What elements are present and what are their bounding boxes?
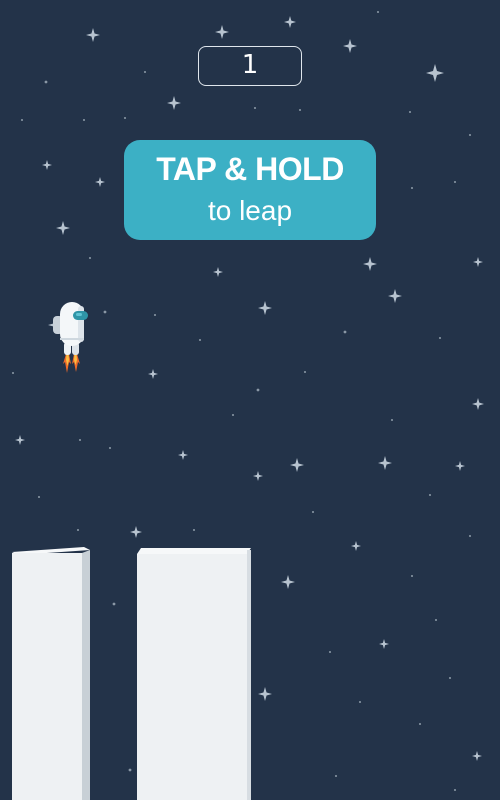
star-dot [468,534,472,538]
star-dot [434,618,438,622]
sparkle-star-icon [15,435,25,445]
sparkle-star-icon [167,96,181,110]
star-dot [410,186,414,190]
hint-subtitle: to leap [207,195,293,226]
sparkle-star-icon [343,39,357,53]
star-dot [311,510,315,514]
star-dot [103,310,107,314]
star-dot [328,650,332,654]
star-dot [253,106,257,110]
sparkle-star-icon [130,526,142,538]
score-counter: 1 [198,46,302,86]
star-dot [112,602,116,606]
sparkle-star-icon [379,639,389,649]
sparkle-star-icon [95,177,105,187]
sparkle-star-icon [455,461,465,471]
star-dot [343,330,347,334]
sparkle-star-icon [213,267,223,277]
star-dot [453,180,457,184]
sparkle-star-icon [215,25,229,39]
tap-hint-banner: TAP & HOLD to leap [124,140,376,240]
sparkle-star-icon [178,450,188,460]
star-dot [334,774,338,778]
star-dot [453,788,457,792]
hint-title: TAP & HOLD [156,151,344,187]
star-dot [20,118,24,122]
sparkle-star-icon [388,289,402,303]
sparkle-star-icon [378,456,392,470]
sparkle-star-icon [351,541,361,551]
star-dot [143,70,147,74]
star-dot [153,313,157,317]
sparkle-star-icon [258,687,272,701]
pillar-right [137,548,251,800]
star-dot [410,574,414,578]
star-dot [78,438,82,442]
sparkle-star-icon [426,64,444,82]
star-dot [468,133,472,137]
star-dot [44,80,48,84]
star-dot [82,118,86,122]
star-dot [428,493,432,497]
star-dot [231,413,235,417]
star-dot [108,446,112,450]
sparkle-star-icon [56,221,70,235]
star-dot [303,370,307,374]
star-dot [11,371,15,375]
star-dot [88,256,92,260]
star-dot [256,388,260,392]
score-value: 1 [241,50,259,80]
sparkle-star-icon [86,28,100,42]
sparkle-star-icon [363,257,377,271]
sparkle-star-icon [472,751,482,761]
sparkle-star-icon [290,458,304,472]
sparkle-star-icon [472,398,484,410]
game-canvas[interactable]: 1 TAP & HOLD to leap [0,0,500,800]
star-dot [123,116,127,120]
sparkle-star-icon [284,16,296,28]
star-dot [438,336,442,340]
star-dot [298,108,302,112]
astronaut-icon [53,302,88,373]
sparkle-star-icon [258,301,272,315]
star-dot [408,110,412,114]
star-dot [192,528,196,532]
sparkle-star-icon [473,257,483,267]
star-dot [390,418,394,422]
pillar-left [12,547,90,800]
star-dot [448,676,452,680]
star-dot [128,768,132,772]
sparkle-star-icon [281,575,295,589]
sparkle-star-icon [42,160,52,170]
star-dot [76,528,80,532]
sparkle-star-icon [148,369,158,379]
sparkle-star-icon [253,471,263,481]
star-dot [37,495,41,499]
star-dot [198,338,202,342]
star-dot [358,700,362,704]
star-dot [418,722,422,726]
star-dot [376,10,380,14]
